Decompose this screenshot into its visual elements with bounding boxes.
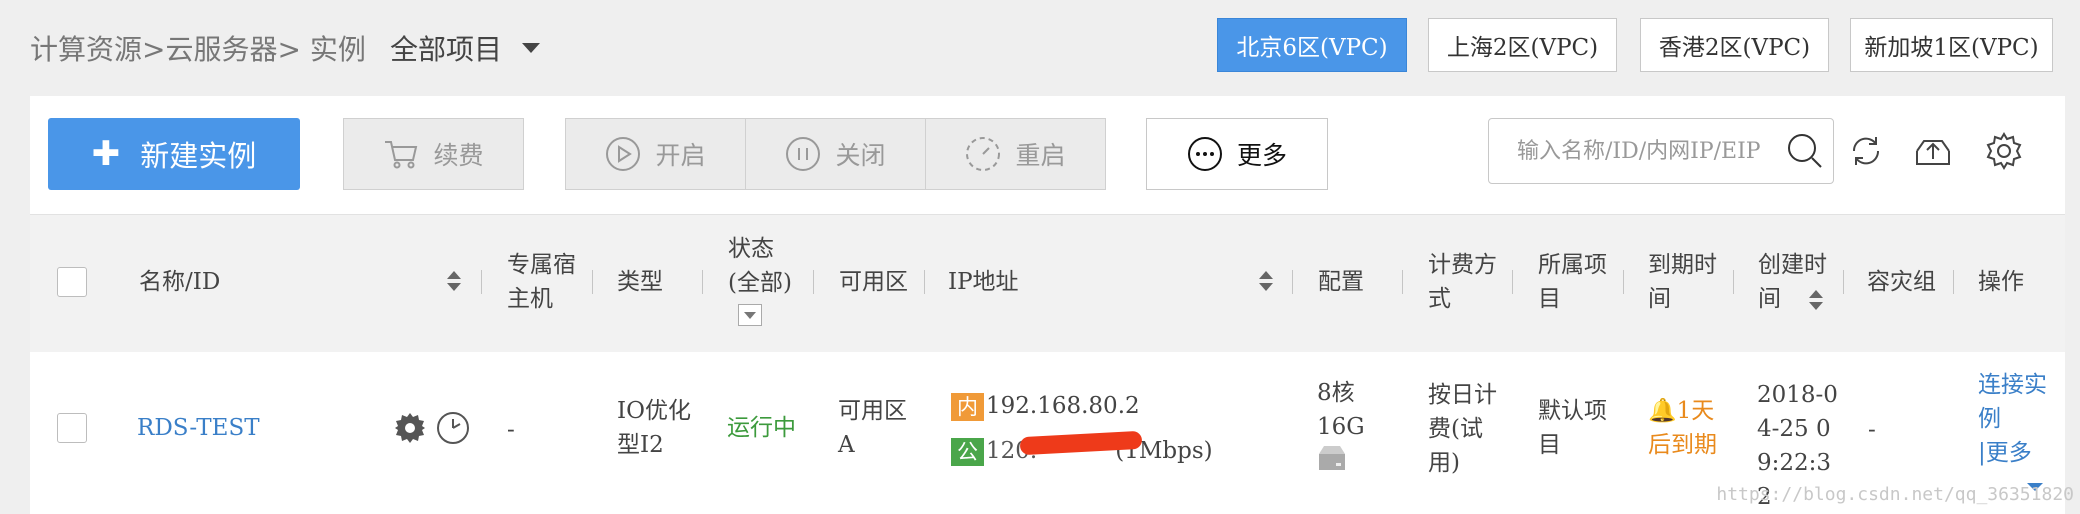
new-instance-button[interactable]: ✚ 新建实例	[48, 118, 300, 190]
column-separator	[1512, 270, 1513, 294]
restart-label: 重启	[1015, 141, 1066, 170]
cart-icon	[385, 141, 418, 169]
project-selector[interactable]: 全部项目	[390, 28, 541, 68]
column-separator	[1623, 270, 1624, 294]
col-expire-header: 到期时间	[1648, 252, 1717, 312]
instance-name-link[interactable]: RDS-TEST	[137, 411, 260, 445]
col-dedicated-host-header: 专属宿主机	[507, 252, 576, 312]
column-separator	[1843, 270, 1844, 294]
sort-ip-icon[interactable]	[1259, 271, 1273, 291]
internal-ip-tag: 内	[951, 393, 984, 421]
start-button[interactable]: 开启	[565, 118, 746, 190]
sort-created-icon[interactable]	[1809, 290, 1823, 310]
col-type-header: 类型	[617, 269, 663, 295]
billing-value: 按日计费(试用)	[1428, 382, 1497, 476]
connect-instance-link[interactable]: 连接实例	[1978, 368, 2058, 436]
column-separator	[1953, 270, 1954, 294]
column-separator	[702, 270, 703, 294]
column-separator	[1733, 270, 1734, 294]
col-dr-group-header: 容灾组	[1867, 269, 1936, 295]
region-tab-shanghai2[interactable]: 上海2区(VPC)	[1428, 18, 1617, 72]
col-zone-header: 可用区	[839, 269, 908, 295]
col-ops-header: 操作	[1978, 269, 2024, 295]
ip-internal-line: 内 192.168.80.2	[951, 389, 1140, 423]
disk-icon	[1319, 446, 1345, 470]
bell-icon: 🔔	[1648, 398, 1677, 424]
public-ip-tag: 公	[951, 438, 984, 466]
chevron-down-icon	[744, 311, 756, 319]
search-icon[interactable]	[1785, 131, 1825, 171]
search-input[interactable]	[1515, 137, 1779, 165]
col-config-header: 配置	[1318, 269, 1364, 295]
restart-button[interactable]: 重启	[925, 118, 1106, 190]
row-checkbox[interactable]	[57, 413, 87, 443]
refresh-icon[interactable]	[1846, 131, 1886, 171]
col-project-header: 所属项目	[1538, 252, 1607, 312]
dr-group-value: -	[1868, 417, 1876, 443]
stop-label: 关闭	[835, 141, 886, 170]
more-label: 更多	[1236, 141, 1287, 170]
renew-label: 续费	[433, 141, 484, 170]
column-separator	[1292, 270, 1293, 294]
watermark: https://blog.csdn.net/qq_36351820	[1716, 484, 2074, 505]
pause-icon	[786, 137, 821, 171]
plus-icon: ✚	[91, 134, 121, 174]
region-tab-singapore1[interactable]: 新加坡1区(VPC)	[1850, 18, 2053, 72]
breadcrumb: 计算资源>云服务器> 实例	[30, 33, 366, 66]
expire-warning: 🔔1天后到期	[1648, 394, 1728, 462]
new-instance-label: 新建实例	[140, 139, 257, 173]
column-separator	[592, 270, 593, 294]
col-billing-header: 计费方式	[1428, 252, 1497, 312]
search-box[interactable]	[1488, 118, 1834, 184]
chevron-down-icon	[522, 43, 541, 53]
dedicated-host-value: -	[507, 417, 515, 443]
project-selector-label: 全部项目	[390, 33, 503, 66]
row-more-link[interactable]: |更多	[1978, 436, 2032, 470]
col-ip-header: IP地址	[948, 269, 1019, 295]
internal-ip-value: 192.168.80.2	[986, 393, 1140, 419]
col-status-header[interactable]: 状态(全部)	[728, 232, 792, 300]
start-label: 开启	[655, 141, 706, 170]
region-tab-hongkong2[interactable]: 香港2区(VPC)	[1640, 18, 1829, 72]
project-value: 默认项目	[1538, 398, 1607, 458]
settings-gear-icon[interactable]	[1984, 131, 2024, 171]
zone-value: 可用区A	[838, 398, 907, 458]
column-separator	[813, 270, 814, 294]
config-value: 8核16G	[1317, 380, 1365, 440]
upload-icon[interactable]	[1912, 131, 1954, 171]
stop-button[interactable]: 关闭	[745, 118, 926, 190]
restart-icon	[966, 137, 1001, 171]
renew-button[interactable]: 续费	[343, 118, 524, 190]
status-filter-dropdown[interactable]	[738, 304, 762, 326]
column-separator	[481, 270, 482, 294]
instance-type-value: IO优化型I2	[617, 398, 691, 458]
more-icon	[1187, 137, 1222, 171]
sort-name-icon[interactable]	[447, 271, 461, 291]
gear-icon	[395, 413, 425, 443]
select-all-checkbox[interactable]	[57, 267, 87, 297]
play-icon	[606, 137, 641, 171]
col-name-header: 名称/ID	[139, 269, 221, 295]
status-running: 运行中	[727, 415, 796, 441]
column-separator	[924, 270, 925, 294]
region-tab-beijing6[interactable]: 北京6区(VPC)	[1217, 18, 1407, 72]
more-button[interactable]: 更多	[1146, 118, 1328, 190]
clock-icon	[437, 412, 469, 444]
column-separator	[1402, 270, 1403, 294]
